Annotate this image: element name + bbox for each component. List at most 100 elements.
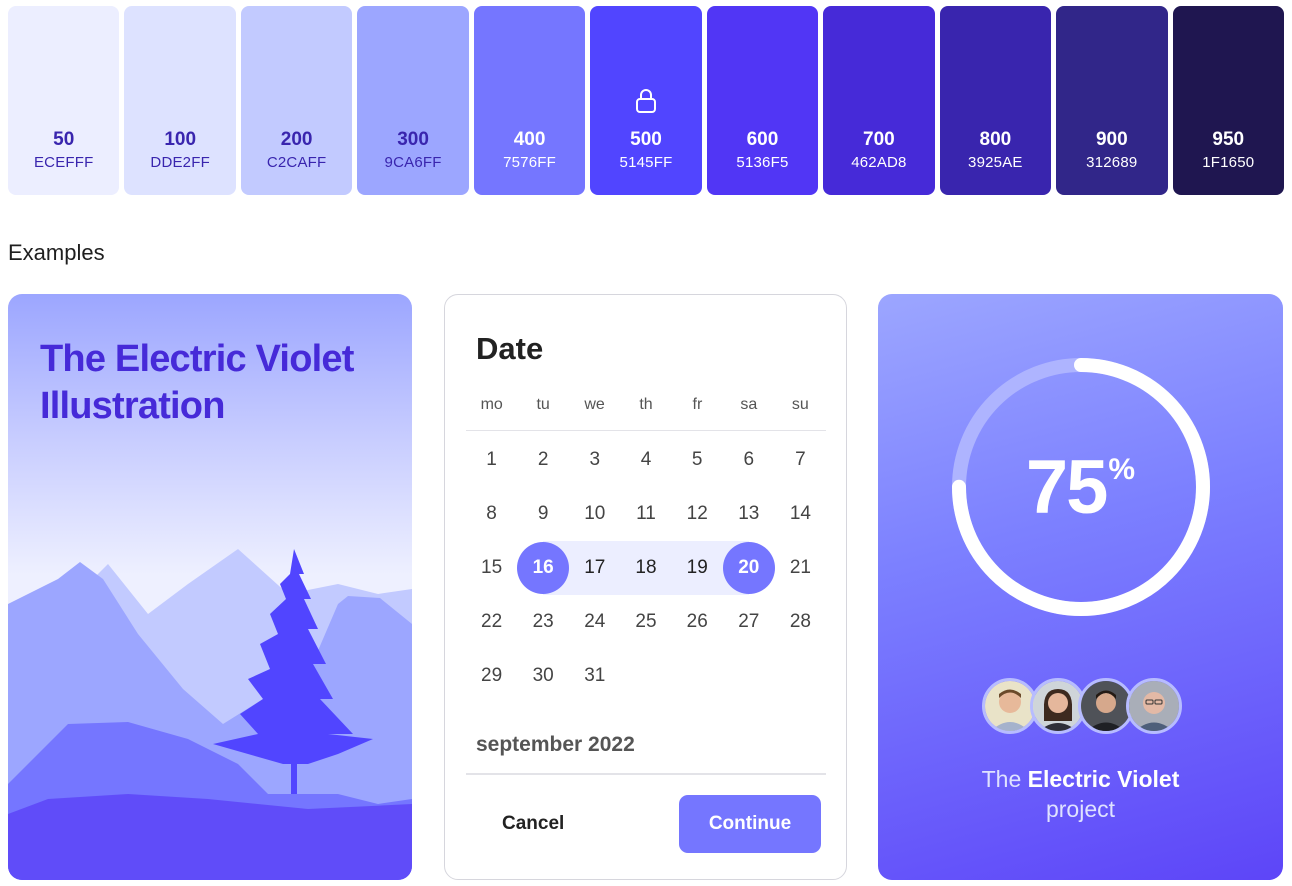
- calendar-day[interactable]: 26: [672, 595, 723, 649]
- progress-unit: %: [1108, 453, 1136, 486]
- calendar-day-label: 27: [738, 611, 760, 632]
- calendar-day[interactable]: 12: [672, 487, 723, 541]
- weekday-su: su: [791, 396, 809, 413]
- swatch-600[interactable]: 600 5136F5: [706, 6, 819, 195]
- swatch-shade: 500: [630, 129, 662, 150]
- calendar-day[interactable]: 1: [466, 433, 517, 487]
- calendar-day[interactable]: 22: [466, 595, 517, 649]
- calendar-day[interactable]: 19: [671, 541, 723, 595]
- swatch-shade: 200: [280, 129, 313, 150]
- section-title: Examples: [8, 240, 105, 265]
- swatch-hex: 5136F5: [736, 154, 789, 171]
- calendar-day[interactable]: 21: [775, 541, 826, 595]
- calendar-day[interactable]: 13: [723, 487, 775, 541]
- weekday-fr: fr: [692, 396, 703, 413]
- calendar-day-label: 23: [532, 611, 554, 632]
- calendar-day[interactable]: 11: [620, 487, 671, 541]
- calendar-day-label: 30: [532, 665, 554, 686]
- lock-icon: [635, 89, 656, 113]
- calendar-day[interactable]: 5: [672, 433, 723, 487]
- swatch-hex: DDE2FF: [150, 154, 210, 171]
- swatch-shade: 950: [1212, 129, 1245, 150]
- calendar-day[interactable]: 28: [775, 595, 826, 649]
- swatch-shade: 50: [53, 129, 75, 150]
- calendar-grid: 1 2 3 4 5 6 7 8 9 10 11 12 13 14 15 16 17 18 19 20 21 22 23 24 2…: [466, 433, 826, 703]
- calendar-day[interactable]: 25: [620, 595, 671, 649]
- swatch-shade: 400: [513, 129, 546, 150]
- swatch-300[interactable]: 300 9CA6FF: [357, 6, 469, 195]
- month-label: september 2022: [476, 733, 635, 756]
- calendar-day-label: 13: [738, 503, 760, 524]
- swatch-shade: 300: [397, 129, 429, 150]
- cancel-button[interactable]: Cancel: [481, 795, 581, 853]
- calendar-day-label: 22: [481, 611, 503, 632]
- calendar-day-label: 1: [486, 449, 497, 470]
- calendar-day-label: 10: [584, 503, 606, 524]
- calendar-day[interactable]: 3: [569, 433, 620, 487]
- calendar-day[interactable]: 9: [517, 487, 569, 541]
- calendar-day[interactable]: 15: [466, 541, 517, 595]
- swatch-hex: 3925AE: [968, 154, 1023, 171]
- calendar-day[interactable]: 14: [775, 487, 826, 541]
- swatch-100[interactable]: 100 DDE2FF: [124, 6, 236, 195]
- project-suffix: project: [1045, 796, 1116, 822]
- avatar-group: [982, 678, 1182, 734]
- swatch-900[interactable]: 900 312689: [1056, 6, 1168, 195]
- calendar-day[interactable]: 27: [723, 595, 775, 649]
- calendar-day[interactable]: 16: [517, 541, 570, 595]
- calendar-day[interactable]: 10: [569, 487, 620, 541]
- swatch-shade: 800: [979, 129, 1012, 150]
- calendar-day-label: 11: [636, 503, 656, 524]
- swatch-200[interactable]: 200 C2CAFF: [240, 6, 353, 195]
- date-picker-title: Date: [476, 331, 544, 366]
- swatch-950[interactable]: 950 1F1650: [1172, 6, 1284, 195]
- swatch-shade: 100: [164, 129, 197, 150]
- calendar-day[interactable]: 2: [517, 433, 569, 487]
- calendar-day[interactable]: 24: [569, 595, 620, 649]
- weekday-mo: mo: [480, 396, 503, 413]
- project-prefix: The: [981, 766, 1022, 792]
- project-name: Electric Violet: [1027, 766, 1180, 792]
- calendar-day-label: 15: [481, 557, 503, 578]
- calendar-day-label: 9: [537, 503, 549, 524]
- swatch-400[interactable]: 400 7576FF: [473, 6, 586, 195]
- swatch-50[interactable]: 50 ECEFFF: [8, 6, 120, 195]
- swatch-500[interactable]: 500 5145FF: [590, 6, 702, 195]
- calendar-day[interactable]: 17: [569, 541, 621, 595]
- calendar-day[interactable]: 7: [775, 433, 826, 487]
- swatch-800[interactable]: 800 3925AE: [939, 6, 1052, 195]
- calendar-day-label: 16: [517, 542, 570, 594]
- swatch-hex: 5145FF: [619, 154, 673, 171]
- progress-card: 75% The Electric Violet project: [878, 294, 1283, 880]
- progress-number: 75: [1025, 445, 1109, 530]
- calendar-day[interactable]: 8: [466, 487, 517, 541]
- calendar-day[interactable]: 23: [517, 595, 569, 649]
- calendar-day[interactable]: 4: [620, 433, 671, 487]
- continue-button[interactable]: Continue: [679, 795, 821, 853]
- swatch-hex: 1F1650: [1202, 154, 1255, 171]
- calendar-day-label: 20: [722, 542, 775, 594]
- calendar-day[interactable]: 6: [723, 433, 775, 487]
- calendar-day-label: 31: [584, 665, 606, 686]
- swatch-hex: ECEFFF: [33, 154, 94, 171]
- swatch-shade: 900: [1095, 129, 1128, 150]
- illustration-card: The Electric Violet Illustration: [8, 294, 412, 880]
- swatch-hex: C2CAFF: [266, 154, 327, 171]
- calendar-day-label: 21: [789, 557, 811, 578]
- calendar-day[interactable]: 20: [722, 541, 775, 595]
- avatar[interactable]: [1126, 678, 1182, 734]
- calendar-day-label: 3: [589, 449, 601, 470]
- calendar-day-label: 29: [481, 665, 503, 686]
- color-palette: 50 ECEFFF 100 DDE2FF 200 C2CAFF 300 9CA6FF 400 75…: [8, 6, 1284, 195]
- calendar-day[interactable]: 31: [569, 649, 620, 703]
- calendar-day[interactable]: 30: [517, 649, 569, 703]
- calendar-day[interactable]: 29: [466, 649, 517, 703]
- calendar-day-label: 28: [789, 611, 811, 632]
- calendar-day-label: 14: [789, 503, 811, 524]
- calendar-day[interactable]: 18: [620, 541, 672, 595]
- calendar-day-label: 24: [584, 611, 606, 632]
- calendar-day-label: 25: [635, 611, 657, 632]
- calendar-day-label: 6: [743, 449, 755, 470]
- swatch-700[interactable]: 700 462AD8: [823, 6, 935, 195]
- calendar-day-label: 4: [640, 449, 652, 470]
